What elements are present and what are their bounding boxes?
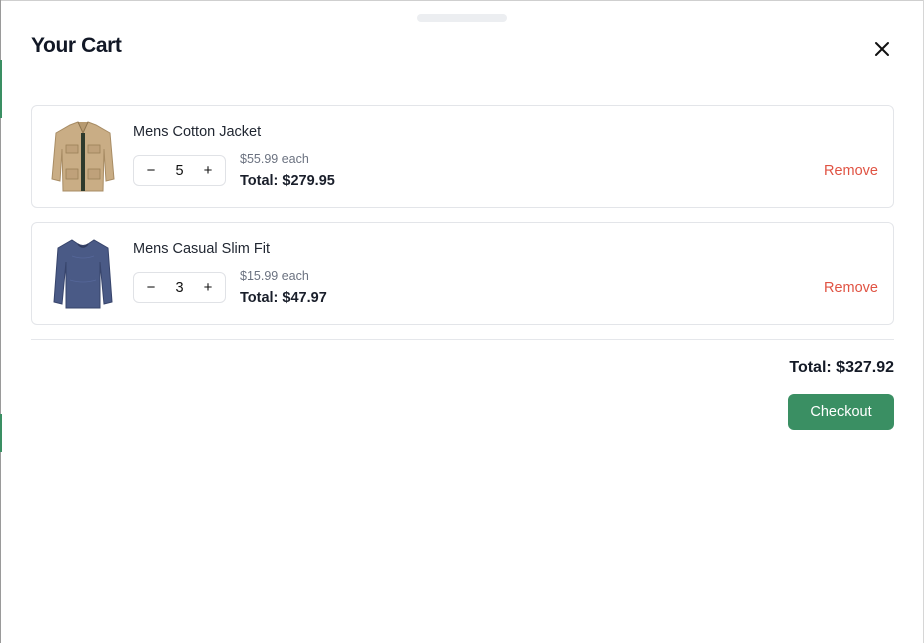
close-button[interactable]: [868, 35, 896, 63]
cart-item: Mens Cotton Jacket − 5 + $55.99 each Tot…: [31, 105, 894, 208]
cart-item: Mens Casual Slim Fit − 3 + $15.99 each T…: [31, 222, 894, 325]
background-accent-strip: [0, 414, 2, 452]
remove-button[interactable]: Remove: [824, 163, 878, 179]
checkout-button[interactable]: Checkout: [788, 394, 894, 430]
cart-grand-total: Total: $327.92: [789, 359, 894, 376]
cart-title: Your Cart: [31, 34, 122, 57]
close-icon: [875, 42, 889, 56]
quantity-stepper: − 3 +: [133, 272, 226, 303]
quantity-value: 3: [175, 279, 184, 296]
unit-price: $15.99 each: [240, 269, 309, 283]
quantity-stepper: − 5 +: [133, 155, 226, 186]
page-top-border: [0, 0, 924, 1]
background-accent-strip: [0, 60, 2, 118]
item-name: Mens Cotton Jacket: [133, 124, 262, 140]
decrement-button[interactable]: −: [140, 277, 162, 299]
remove-button[interactable]: Remove: [824, 280, 878, 296]
unit-price: $55.99 each: [240, 152, 309, 166]
divider: [31, 339, 894, 340]
line-total: Total: $279.95: [240, 173, 335, 189]
item-name: Mens Casual Slim Fit: [133, 241, 270, 257]
increment-button[interactable]: +: [197, 277, 219, 299]
product-image-jacket: [46, 118, 120, 196]
increment-button[interactable]: +: [197, 160, 219, 182]
drawer-drag-handle[interactable]: [417, 14, 507, 22]
line-total: Total: $47.97: [240, 290, 327, 306]
product-image-shirt: [46, 235, 120, 313]
quantity-value: 5: [175, 162, 184, 179]
decrement-button[interactable]: −: [140, 160, 162, 182]
